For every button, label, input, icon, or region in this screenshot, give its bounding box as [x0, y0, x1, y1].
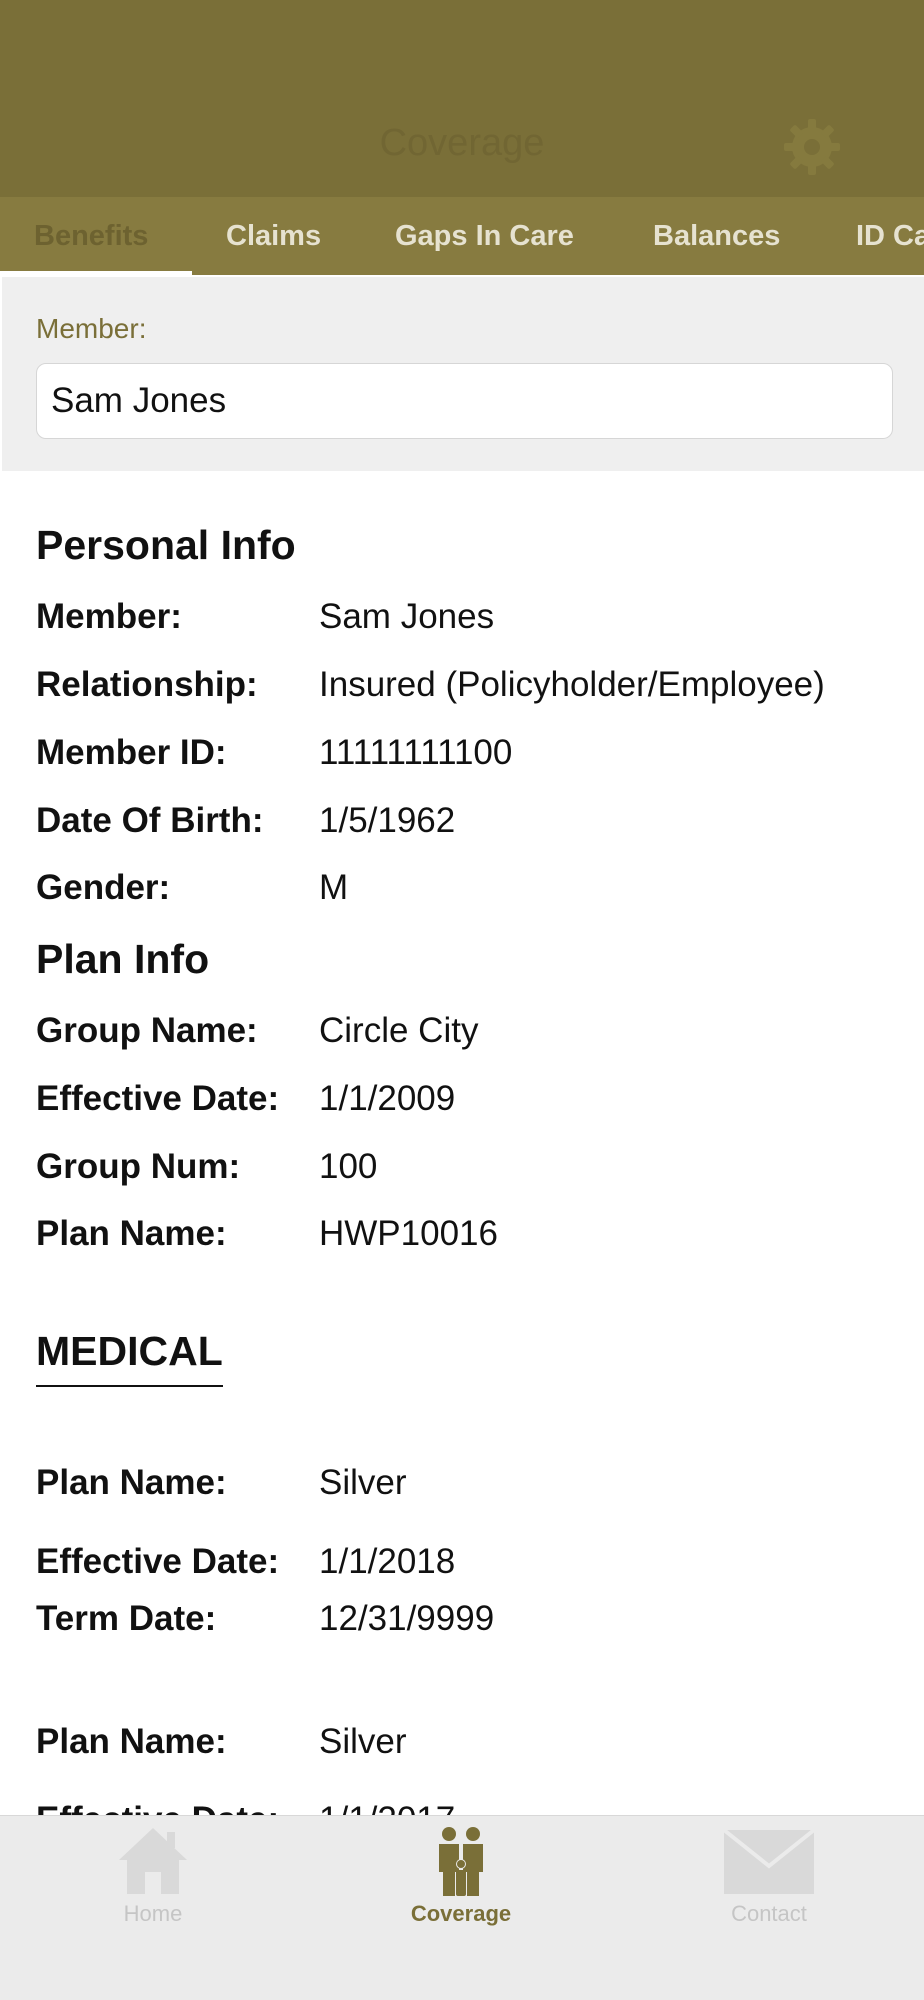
group-name-value: Circle City [319, 1011, 479, 1050]
date-of-birth-label: Date Of Birth: [36, 801, 264, 840]
gender-label: Gender: [36, 868, 171, 907]
tabbar-coverage[interactable]: Coverage [361, 1816, 561, 1946]
date-of-birth-value: 1/5/1962 [319, 801, 456, 840]
plan-info-heading: Plan Info [36, 936, 210, 982]
member-id-value: 11111111100 [319, 733, 513, 772]
member-label: Member: [36, 597, 182, 636]
tabbar-contact-label: Contact [731, 1901, 807, 1926]
medical-plan-name-value-2: Silver [319, 1722, 407, 1761]
relationship-label: Relationship: [36, 665, 258, 704]
medical-effective-date-value: 1/1/2018 [319, 1542, 456, 1581]
plan-name-value: HWP10016 [319, 1214, 498, 1253]
tab-id-card[interactable]: ID Ca [856, 197, 924, 275]
tab-strip: Benefits Claims Gaps In Care Balances ID… [0, 197, 924, 275]
tabbar-home[interactable]: Home [53, 1816, 253, 1946]
member-selector-label: Member: [36, 313, 147, 344]
medical-plan-name-value: Silver [319, 1463, 407, 1502]
personal-info-heading: Personal Info [36, 522, 296, 568]
family-icon [439, 1827, 483, 1896]
tabbar-contact[interactable]: Contact [669, 1816, 869, 1946]
member-select[interactable]: Sam Jones [36, 363, 893, 439]
tab-gaps-in-care[interactable]: Gaps In Care [395, 197, 574, 275]
member-selector-panel: Member: Sam Jones [2, 277, 924, 471]
member-id-label: Member ID: [36, 733, 227, 772]
plan-name-label: Plan Name: [36, 1214, 227, 1253]
group-name-label: Group Name: [36, 1011, 258, 1050]
medical-term-date-label: Term Date: [36, 1599, 217, 1638]
tab-balances[interactable]: Balances [653, 197, 780, 275]
app-header: Coverage [0, 0, 924, 197]
medical-effective-date-label: Effective Date: [36, 1542, 280, 1581]
group-num-value: 100 [319, 1147, 378, 1186]
home-icon [119, 1828, 187, 1894]
plan-effective-date-label: Effective Date: [36, 1079, 280, 1118]
medical-term-date-value: 12/31/9999 [319, 1599, 495, 1638]
tab-claims[interactable]: Claims [226, 197, 321, 275]
medical-plan-name-label: Plan Name: [36, 1463, 227, 1502]
bottom-tab-bar: Home Coverage Contact [0, 1815, 924, 2000]
tabbar-home-label: Home [123, 1901, 183, 1926]
member-value: Sam Jones [319, 597, 495, 636]
relationship-value: Insured (Policyholder/Employee) [319, 665, 825, 704]
group-num-label: Group Num: [36, 1147, 241, 1186]
medical-heading: MEDICAL [36, 1328, 223, 1387]
plan-effective-date-value: 1/1/2009 [319, 1079, 456, 1118]
medical-plan-name-label-2: Plan Name: [36, 1722, 227, 1761]
tab-benefits[interactable]: Benefits [34, 197, 148, 275]
tabbar-coverage-label: Coverage [410, 1901, 512, 1926]
gear-icon[interactable] [782, 117, 842, 177]
gender-value: M [319, 868, 349, 907]
envelope-icon [722, 1828, 816, 1894]
active-tab-indicator [0, 271, 192, 275]
